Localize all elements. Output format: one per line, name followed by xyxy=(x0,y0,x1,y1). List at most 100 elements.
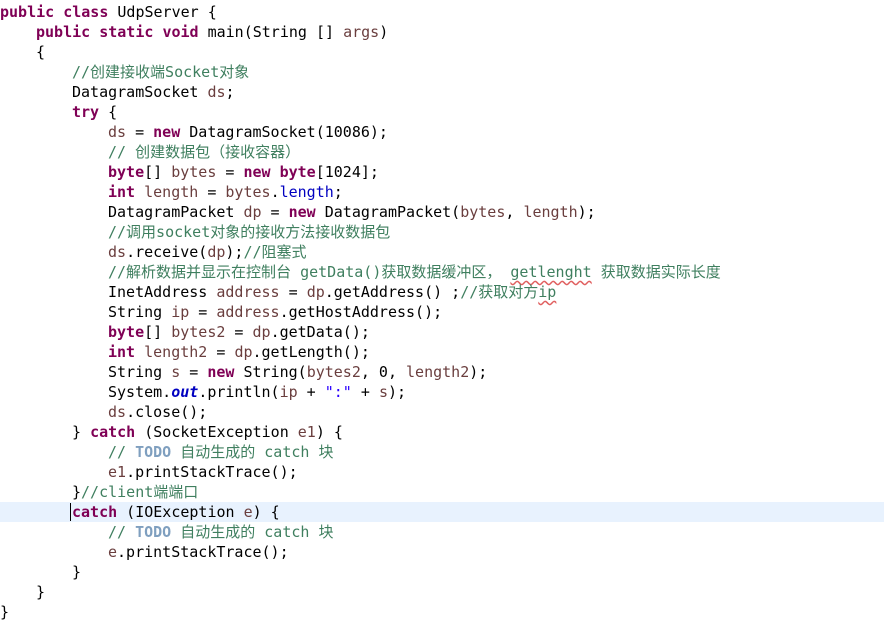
code-line[interactable]: } xyxy=(0,562,884,582)
code-token: //创建接收端Socket对象 xyxy=(72,63,250,81)
code-token: e1 xyxy=(297,423,316,441)
text-caret xyxy=(70,503,71,521)
code-line[interactable]: ds.close(); xyxy=(0,402,884,422)
code-token: [1024]; xyxy=(315,163,379,181)
code-token: = xyxy=(180,363,208,381)
code-token: ds xyxy=(108,243,127,261)
code-token: { xyxy=(99,103,118,121)
code-token: //获取对方 xyxy=(460,283,539,301)
code-token: 获取数据实际长度 xyxy=(591,263,721,281)
code-line[interactable]: //解析数据并显示在控制台 getData()获取数据缓冲区， getlengh… xyxy=(0,262,884,282)
code-token: ; xyxy=(333,183,343,201)
code-token: void xyxy=(162,23,199,41)
code-line[interactable]: public class UdpServer { xyxy=(0,2,884,22)
code-token: ip xyxy=(279,383,298,401)
code-token: bytes xyxy=(460,203,506,221)
code-line[interactable]: String ip = address.getHostAddress(); xyxy=(0,302,884,322)
code-token: ":" xyxy=(324,383,352,401)
code-token: + xyxy=(351,383,379,401)
code-token: .println( xyxy=(198,383,280,401)
code-token: } xyxy=(72,423,91,441)
code-token: catch xyxy=(90,423,136,441)
code-token: .close(); xyxy=(126,403,208,421)
code-token: ); xyxy=(387,383,407,401)
code-token: static xyxy=(99,23,154,41)
code-line[interactable]: int length = bytes.length; xyxy=(0,182,884,202)
code-line[interactable]: e.printStackTrace(); xyxy=(0,542,884,562)
code-token: bytes2 xyxy=(306,363,361,381)
code-line[interactable]: byte[] bytes2 = dp.getData(); xyxy=(0,322,884,342)
code-token: DatagramSocket(10086); xyxy=(180,123,388,141)
code-token: args xyxy=(343,23,380,41)
code-token: e xyxy=(108,543,118,561)
code-token: byte xyxy=(279,163,316,181)
code-token: [] xyxy=(144,163,172,181)
code-token: ds xyxy=(207,83,226,101)
code-line[interactable]: System.out.println(ip + ":" + s); xyxy=(0,382,884,402)
code-token: //client端端口 xyxy=(81,483,199,501)
code-editor[interactable]: public class UdpServer {public static vo… xyxy=(0,0,884,621)
code-token: UdpServer { xyxy=(108,3,217,21)
code-token: dp xyxy=(243,203,262,221)
code-token: ); xyxy=(225,243,244,261)
code-token: ip xyxy=(538,283,557,301)
code-token: = xyxy=(261,203,289,221)
code-line[interactable]: // 创建数据包（接收容器） xyxy=(0,142,884,162)
code-token: DatagramSocket xyxy=(72,83,208,101)
code-line[interactable]: } catch (SocketException e1) { xyxy=(0,422,884,442)
code-line[interactable]: try { xyxy=(0,102,884,122)
code-line[interactable]: InetAddress address = dp.getAddress() ;/… xyxy=(0,282,884,302)
code-line[interactable]: } xyxy=(0,582,884,602)
code-line[interactable]: DatagramSocket ds; xyxy=(0,82,884,102)
code-token: dp xyxy=(234,343,253,361)
code-line[interactable]: ds = new DatagramSocket(10086); xyxy=(0,122,884,142)
code-token: .printStackTrace(); xyxy=(117,543,289,561)
code-token: } xyxy=(0,603,10,621)
code-token: , 0, xyxy=(360,363,407,381)
code-line[interactable]: ds.receive(dp);//阻塞式 xyxy=(0,242,884,262)
code-token: = xyxy=(126,123,154,141)
code-token: String( xyxy=(234,363,307,381)
code-token: //阻塞式 xyxy=(243,243,307,261)
code-token: ) { xyxy=(252,503,280,521)
code-token: . xyxy=(270,183,280,201)
code-token: int xyxy=(108,343,136,361)
code-line[interactable]: //调用socket对象的接收方法接收数据包 xyxy=(0,222,884,242)
code-token: } xyxy=(36,583,46,601)
code-line[interactable]: // TODO 自动生成的 catch 块 xyxy=(0,442,884,462)
code-line[interactable]: e1.printStackTrace(); xyxy=(0,462,884,482)
code-line[interactable]: public static void main(String [] args) xyxy=(0,22,884,42)
code-line[interactable]: { xyxy=(0,42,884,62)
code-token: = xyxy=(279,283,307,301)
code-line[interactable]: } xyxy=(0,602,884,622)
code-token: new xyxy=(288,203,316,221)
code-token: 自动生成的 catch 块 xyxy=(171,523,334,541)
code-line[interactable]: catch (IOException e) { xyxy=(0,502,884,522)
code-token: length2 xyxy=(144,343,208,361)
code-token: address xyxy=(216,283,280,301)
code-token: String xyxy=(108,363,172,381)
code-line[interactable]: String s = new String(bytes2, 0, length2… xyxy=(0,362,884,382)
code-token: ip xyxy=(171,303,190,321)
code-token: .receive( xyxy=(126,243,208,261)
code-token: int xyxy=(108,183,136,201)
code-token: s xyxy=(378,383,388,401)
code-token: length xyxy=(144,183,199,201)
code-line[interactable]: int length2 = dp.getLength(); xyxy=(0,342,884,362)
code-token: length xyxy=(523,203,578,221)
code-token: getlenght xyxy=(510,263,592,281)
code-token: try xyxy=(72,103,100,121)
code-token: } xyxy=(72,483,82,501)
code-token: s xyxy=(171,363,181,381)
code-line[interactable]: byte[] bytes = new byte[1024]; xyxy=(0,162,884,182)
code-line[interactable]: //创建接收端Socket对象 xyxy=(0,62,884,82)
code-token: [] xyxy=(144,323,172,341)
code-line[interactable]: }//client端端口 xyxy=(0,482,884,502)
code-token: DatagramPacket xyxy=(108,203,244,221)
code-line[interactable]: // TODO 自动生成的 catch 块 xyxy=(0,522,884,542)
code-line[interactable]: DatagramPacket dp = new DatagramPacket(b… xyxy=(0,202,884,222)
